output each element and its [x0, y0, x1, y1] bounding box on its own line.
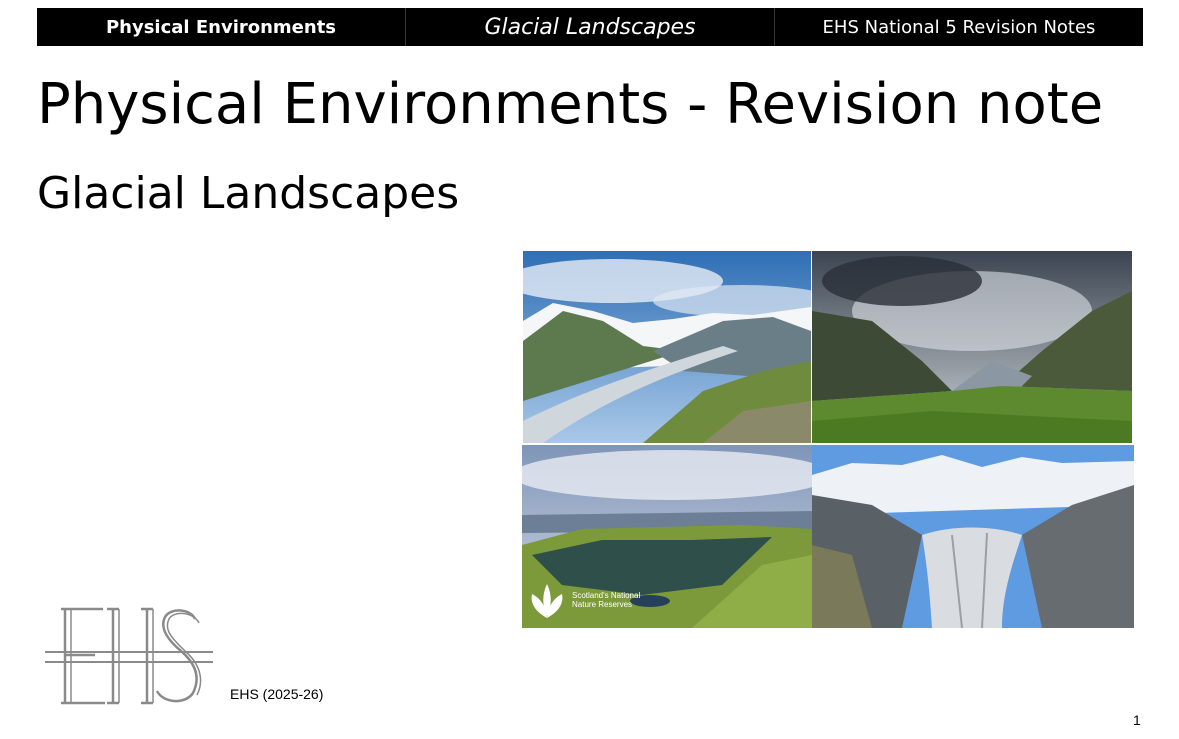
leaf-logo-icon [531, 584, 563, 618]
page-title: Physical Environments - Revision note [37, 72, 1104, 137]
corrie-lochan-photo: Scotland's National Nature Reserves [522, 445, 812, 628]
header-right-label: EHS National 5 Revision Notes [822, 16, 1096, 38]
header-bar: Physical Environments Glacial Landscapes… [37, 8, 1143, 46]
nature-reserves-label: Scotland's National Nature Reserves [572, 591, 641, 609]
aletsch-glacier-photo [812, 445, 1134, 628]
u-shaped-valley-photo [812, 251, 1132, 443]
glacier-valley-photo [523, 251, 811, 443]
nature-reserves-badge: Scotland's National Nature Reserves [526, 580, 642, 620]
header-center-label: Glacial Landscapes [406, 8, 775, 46]
ehs-logo [45, 607, 213, 705]
footer-credit: EHS (2025-26) [230, 686, 324, 702]
page-number: 1 [1133, 712, 1141, 728]
header-left-label: Physical Environments [37, 8, 406, 46]
page-subtitle: Glacial Landscapes [37, 168, 460, 219]
